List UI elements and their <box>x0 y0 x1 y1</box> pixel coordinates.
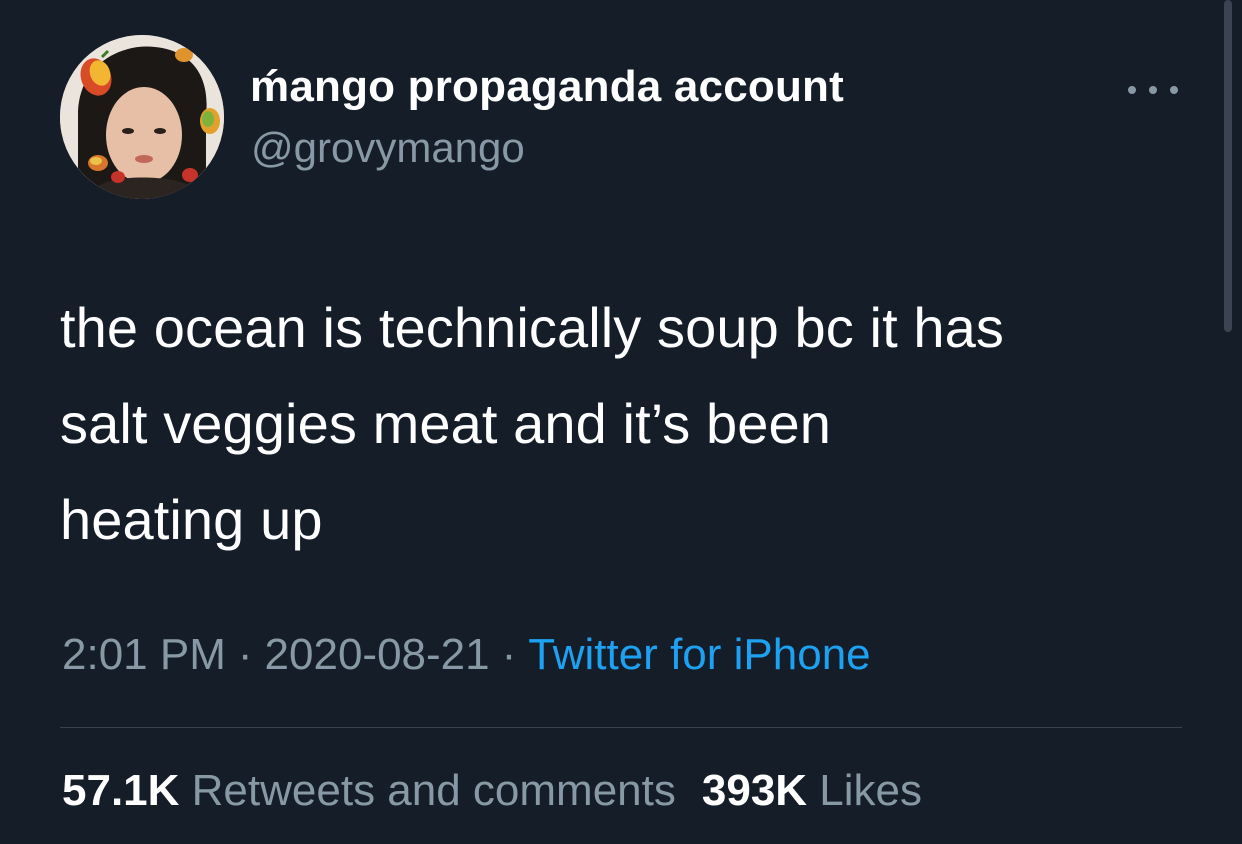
likes-stat[interactable]: 393K Likes <box>702 766 922 815</box>
tweet-text: the ocean is technically soup bc it has … <box>60 280 1190 568</box>
tweet-meta: 2:01 PM · 2020-08-21 · Twitter for iPhone <box>62 630 871 680</box>
scrollbar-thumb[interactable] <box>1224 0 1232 332</box>
meta-separator: · <box>501 630 517 679</box>
author-display-name[interactable]: ḿango propaganda account <box>250 62 844 112</box>
tweet-container: ḿango propaganda account @grovymango th… <box>0 0 1242 844</box>
retweets-count: 57.1K <box>62 766 180 815</box>
author-handle[interactable]: @grovymango <box>251 124 525 172</box>
tweet-stats: 57.1K Retweets and comments 393K Likes <box>62 766 922 816</box>
tweet-source-link[interactable]: Twitter for iPhone <box>528 630 870 679</box>
more-options-icon[interactable] <box>1128 80 1178 100</box>
retweets-label: Retweets and comments <box>191 766 676 815</box>
author-avatar[interactable] <box>60 35 224 199</box>
more-dot <box>1128 86 1136 94</box>
divider <box>60 727 1182 728</box>
retweets-stat[interactable]: 57.1K Retweets and comments <box>62 766 676 815</box>
more-dot <box>1170 86 1178 94</box>
meta-separator: · <box>237 630 253 679</box>
likes-label: Likes <box>819 766 923 815</box>
tweet-text-line: the ocean is technically soup bc it has <box>60 296 1005 359</box>
likes-count: 393K <box>701 766 808 815</box>
tweet-time[interactable]: 2:01 PM <box>62 630 226 679</box>
tweet-text-line: salt veggies meat and it’s been <box>60 392 831 455</box>
tweet-text-line: heating up <box>60 488 323 551</box>
more-dot <box>1149 86 1157 94</box>
tweet-date[interactable]: 2020-08-21 <box>265 630 490 679</box>
avatar-image <box>60 35 224 199</box>
